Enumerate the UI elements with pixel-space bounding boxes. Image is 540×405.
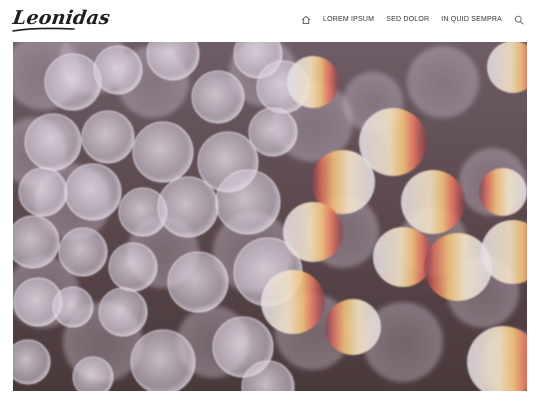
nav-item-sed-dolor[interactable]: SED DOLOR [380,13,435,27]
bokeh-light [98,287,148,337]
bokeh-light [130,329,196,391]
bokeh-light [191,70,245,124]
bokeh-light [18,167,68,217]
bokeh-photo [13,42,527,391]
bokeh-prism [325,299,381,355]
bokeh-light [215,169,281,235]
search-icon[interactable] [512,13,526,27]
bokeh-light [132,121,194,183]
logo-underline [12,27,75,32]
bokeh-light [248,107,298,157]
bokeh-prism [424,233,492,301]
bokeh-light [81,110,135,164]
bokeh-prism [373,227,433,287]
bokeh-light [52,286,94,328]
bokeh-light [72,356,114,391]
bokeh-light [108,242,158,292]
bokeh-prism [401,170,465,234]
bokeh-prism [479,168,527,216]
site-logo[interactable]: Leonidas [11,7,111,29]
bokeh-light [44,53,102,111]
bokeh-light [167,251,229,313]
page: Leonidas LOREM IPSUM SED DOLOR IN QUID S… [0,0,540,405]
hero-image [13,42,527,391]
site-header: Leonidas LOREM IPSUM SED DOLOR IN QUID S… [0,0,540,42]
bokeh-prism [283,202,343,262]
main-nav: LOREM IPSUM SED DOLOR IN QUID SEMPRA [299,13,526,27]
nav-item-in-quid-sempra[interactable]: IN QUID SEMPRA [435,13,508,27]
bokeh-prism [287,56,339,108]
nav-item-lorem-ipsum[interactable]: LOREM IPSUM [317,13,380,27]
bokeh-light [64,163,122,221]
bokeh-light [157,176,219,238]
bokeh-light [93,45,143,95]
home-icon[interactable] [299,13,313,27]
bokeh-light [13,215,60,269]
bokeh-blur [407,46,479,118]
bokeh-light [24,113,82,171]
bokeh-light [58,227,108,277]
bokeh-prism [261,270,325,334]
bokeh-light [13,339,51,385]
